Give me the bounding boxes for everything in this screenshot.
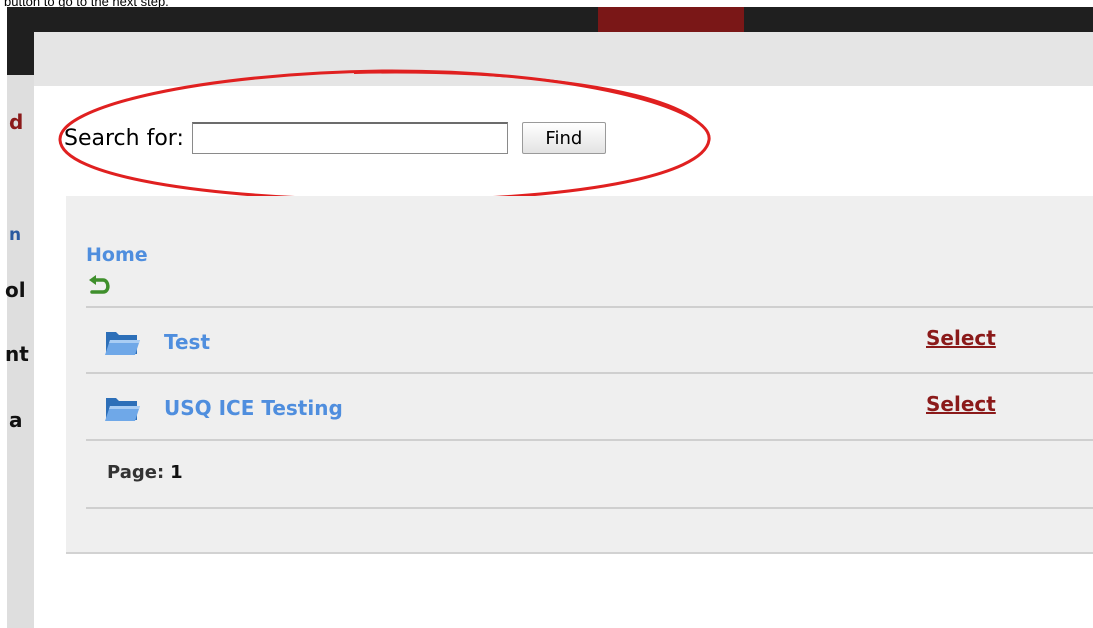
background-text-fragment: ol <box>5 278 26 302</box>
folder-icon <box>105 332 140 355</box>
folder-row[interactable]: USQ ICE Testing Select <box>86 374 1093 438</box>
background-red-tab <box>598 7 744 33</box>
find-button[interactable]: Find <box>521 122 606 154</box>
pagination: Page: 1 <box>107 462 183 483</box>
pager-current-page[interactable]: 1 <box>170 462 183 483</box>
back-arrow-icon[interactable] <box>86 273 114 297</box>
folder-row[interactable]: Test Select <box>86 308 1093 372</box>
select-link[interactable]: Select <box>926 392 996 416</box>
background-text-fragment: d <box>9 110 24 134</box>
breadcrumb-home-link[interactable]: Home <box>86 244 148 266</box>
background-text-fragment: a <box>9 408 23 432</box>
search-input[interactable] <box>191 122 508 154</box>
pager-label: Page: <box>107 462 165 483</box>
folder-browser-panel: Home Test Select USQ ICE Testing Select <box>66 196 1093 554</box>
background-text-fragment: n <box>9 225 22 245</box>
folder-picker-modal: Search for: Find Home Test Select USQ IC… <box>34 32 1093 628</box>
row-divider <box>86 507 1093 509</box>
folder-icon <box>105 398 140 421</box>
select-link[interactable]: Select <box>926 326 996 350</box>
row-divider <box>86 439 1093 441</box>
search-label: Search for: <box>64 125 184 151</box>
folder-name-link[interactable]: Test <box>164 330 210 354</box>
background-text-fragment: nt <box>5 342 29 366</box>
search-row: Search for: Find <box>64 122 606 154</box>
folder-name-link[interactable]: USQ ICE Testing <box>164 396 343 420</box>
modal-header <box>34 32 1093 86</box>
